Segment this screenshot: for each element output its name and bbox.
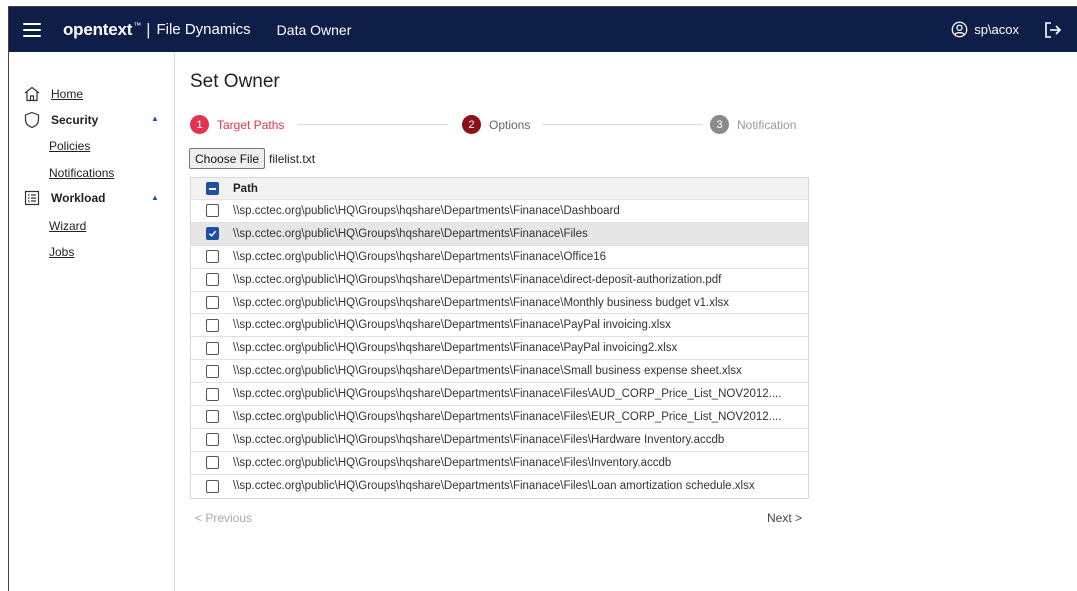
row-checkbox[interactable]: [205, 318, 219, 332]
step-number: 3: [710, 115, 729, 134]
row-checkbox[interactable]: [205, 341, 219, 355]
shield-icon: [23, 111, 41, 129]
paths-table: Path \\sp.cctec.org\public\HQ\Groups\hqs…: [190, 177, 809, 499]
row-checkbox[interactable]: [205, 433, 219, 447]
path-cell: \\sp.cctec.org\public\HQ\Groups\hqshare\…: [233, 204, 620, 217]
previous-button[interactable]: < Previous: [195, 511, 252, 525]
table-row[interactable]: \\sp.cctec.org\public\HQ\Groups\hqshare\…: [191, 383, 808, 407]
table-row[interactable]: \\sp.cctec.org\public\HQ\Groups\hqshare\…: [191, 452, 808, 475]
table-row[interactable]: \\sp.cctec.org\public\HQ\Groups\hqshare\…: [191, 360, 808, 384]
row-checkbox[interactable]: [205, 410, 219, 424]
next-button[interactable]: Next >: [767, 511, 802, 525]
sidebar-label-home[interactable]: Home: [51, 87, 83, 101]
row-checkbox[interactable]: [205, 273, 219, 287]
logout-icon[interactable]: [1043, 20, 1063, 40]
row-checkbox[interactable]: [205, 479, 219, 493]
step-label: Notification: [737, 117, 797, 132]
table-row[interactable]: \\sp.cctec.org\public\HQ\Groups\hqshare\…: [191, 475, 808, 498]
step-number: 2: [462, 115, 481, 134]
brand-separator: |: [146, 19, 151, 39]
path-cell: \\sp.cctec.org\public\HQ\Groups\hqshare\…: [233, 250, 607, 263]
stepper: 1 Target Paths 2 Options 3 Notification: [190, 115, 810, 135]
chevron-up-icon[interactable]: ▲: [151, 193, 159, 202]
chevron-up-icon[interactable]: ▲: [151, 114, 159, 123]
step-label: Target Paths: [217, 117, 285, 132]
step-target-paths[interactable]: 1 Target Paths: [190, 115, 284, 134]
row-checkbox[interactable]: [205, 364, 219, 378]
list-icon: [23, 189, 41, 207]
stepper-connector: [298, 124, 448, 125]
menu-icon[interactable]: [23, 22, 41, 37]
choose-file-button[interactable]: Choose File: [189, 148, 266, 169]
app-name: File Dynamics: [156, 21, 251, 38]
path-cell: \\sp.cctec.org\public\HQ\Groups\hqshare\…: [233, 456, 672, 469]
select-all-checkbox[interactable]: [205, 182, 219, 195]
step-label: Options: [489, 117, 531, 132]
path-cell: \\sp.cctec.org\public\HQ\Groups\hqshare\…: [233, 365, 742, 378]
table-row[interactable]: \\sp.cctec.org\public\HQ\Groups\hqshare\…: [191, 429, 808, 452]
sidebar-label-workload: Workload: [51, 191, 106, 205]
user-menu[interactable]: sp\acox: [951, 21, 1019, 38]
file-name: filelist.txt: [269, 151, 316, 166]
top-bar: opentext™ | File Dynamics Data Owner sp\…: [9, 7, 1077, 52]
table-row[interactable]: \\sp.cctec.org\public\HQ\Groups\hqshare\…: [191, 200, 808, 223]
row-checkbox[interactable]: [205, 456, 219, 470]
table-row[interactable]: \\sp.cctec.org\public\HQ\Groups\hqshare\…: [191, 269, 808, 292]
stepper-connector: [542, 124, 702, 125]
row-checkbox[interactable]: [205, 204, 219, 218]
check-icon: [208, 231, 216, 238]
file-chooser: Choose File filelist.txt: [189, 148, 315, 169]
user-name: sp\acox: [974, 22, 1019, 37]
path-cell: \\sp.cctec.org\public\HQ\Groups\hqshare\…: [233, 273, 722, 286]
step-notification[interactable]: 3 Notification: [710, 115, 796, 134]
table-row[interactable]: \\sp.cctec.org\public\HQ\Groups\hqshare\…: [191, 292, 808, 315]
path-cell: \\sp.cctec.org\public\HQ\Groups\hqshare\…: [233, 433, 725, 446]
table-row[interactable]: \\sp.cctec.org\public\HQ\Groups\hqshare\…: [191, 222, 808, 246]
sidebar-item-jobs[interactable]: Jobs: [49, 245, 74, 259]
table-row[interactable]: \\sp.cctec.org\public\HQ\Groups\hqshare\…: [191, 406, 808, 429]
table-row[interactable]: \\sp.cctec.org\public\HQ\Groups\hqshare\…: [191, 246, 808, 269]
sidebar-item-notifications[interactable]: Notifications: [49, 166, 114, 180]
sidebar-item-workload[interactable]: Workload: [23, 189, 105, 207]
brand-trademark: ™: [133, 20, 142, 30]
user-circle-icon: [951, 21, 968, 38]
row-checkbox[interactable]: [205, 227, 219, 241]
module-name[interactable]: Data Owner: [277, 22, 352, 38]
path-cell: \\sp.cctec.org\public\HQ\Groups\hqshare\…: [233, 342, 678, 355]
page-title: Set Owner: [190, 71, 280, 92]
sidebar-label-security: Security: [51, 113, 99, 127]
sidebar-item-security[interactable]: Security: [23, 111, 98, 129]
brand-logo: opentext™: [63, 20, 141, 40]
path-cell: \\sp.cctec.org\public\HQ\Groups\hqshare\…: [233, 410, 782, 423]
table-row[interactable]: \\sp.cctec.org\public\HQ\Groups\hqshare\…: [191, 314, 808, 338]
brand-name: opentext: [63, 19, 133, 39]
column-header-path[interactable]: Path: [233, 183, 803, 195]
row-checkbox[interactable]: [205, 296, 219, 309]
sidebar: Home Security ▲ Policies Notifications W…: [9, 52, 175, 591]
row-checkbox[interactable]: [205, 250, 219, 264]
path-cell: \\sp.cctec.org\public\HQ\Groups\hqshare\…: [233, 480, 755, 493]
path-cell: \\sp.cctec.org\public\HQ\Groups\hqshare\…: [233, 296, 730, 309]
table-row[interactable]: \\sp.cctec.org\public\HQ\Groups\hqshare\…: [191, 337, 808, 361]
home-icon: [23, 85, 41, 103]
step-number: 1: [190, 115, 209, 134]
sidebar-item-policies[interactable]: Policies: [49, 139, 90, 153]
path-cell: \\sp.cctec.org\public\HQ\Groups\hqshare\…: [233, 319, 671, 332]
sidebar-item-home[interactable]: Home: [23, 85, 83, 103]
row-checkbox[interactable]: [205, 387, 219, 401]
table-header: Path: [191, 178, 808, 200]
path-cell: \\sp.cctec.org\public\HQ\Groups\hqshare\…: [233, 227, 588, 240]
step-options[interactable]: 2 Options: [462, 115, 530, 134]
sidebar-item-wizard[interactable]: Wizard: [49, 219, 86, 233]
path-cell: \\sp.cctec.org\public\HQ\Groups\hqshare\…: [233, 388, 782, 401]
